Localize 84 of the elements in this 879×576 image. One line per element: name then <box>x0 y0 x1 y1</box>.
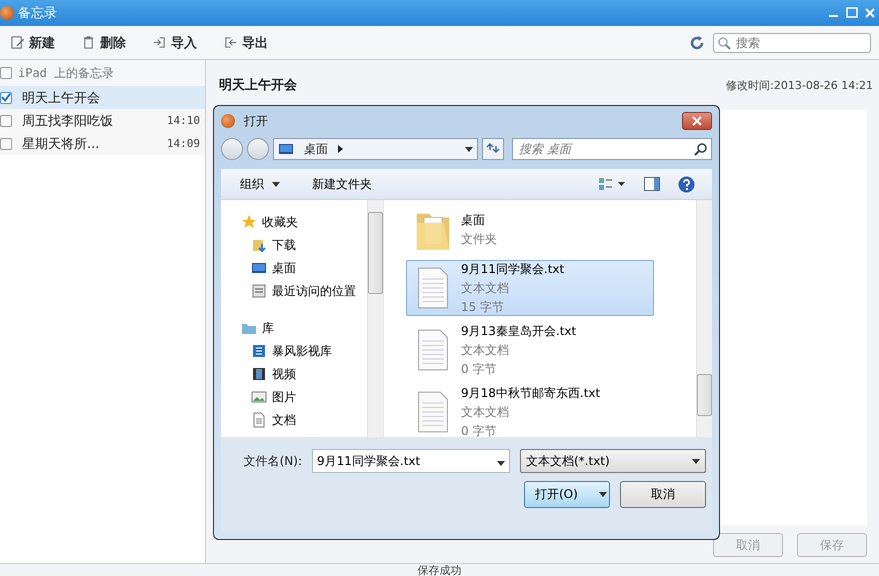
dialog-title: 打开 <box>244 112 268 130</box>
dropdown-arrow-icon <box>599 492 607 497</box>
film-icon <box>251 366 267 382</box>
checkbox[interactable] <box>0 138 12 150</box>
search-field[interactable]: 搜索 桌面 <box>512 138 712 160</box>
search-icon <box>718 36 731 50</box>
star-icon <box>241 214 257 230</box>
text-file-icon <box>415 266 451 310</box>
close-button[interactable] <box>682 112 712 130</box>
toolbar-button[interactable]: 新建 <box>8 32 57 54</box>
file-item[interactable]: 9月18中秋节邮寄东西.txt 文本文档 0 字节 <box>406 384 654 437</box>
dropdown-arrow-icon <box>272 182 280 186</box>
back-button[interactable] <box>221 138 243 160</box>
filename-label: 文件名(N): <box>244 452 302 470</box>
folder-download-icon <box>251 237 267 253</box>
cancel-button[interactable]: 取消 <box>620 481 706 508</box>
preview-pane-icon[interactable] <box>644 177 660 191</box>
close-icon <box>691 116 703 126</box>
note-item[interactable]: 星期天将所... 14:09 <box>0 132 205 155</box>
dropdown-arrow-icon <box>497 461 505 466</box>
checkbox[interactable] <box>0 114 12 126</box>
text-file-icon <box>415 328 451 372</box>
file-item[interactable]: 9月11同学聚会.txt 文本文档 15 字节 <box>406 260 654 316</box>
dropdown-arrow-icon <box>692 458 700 464</box>
file-item[interactable]: 桌面 文件夹 <box>406 206 654 254</box>
toolbar-button[interactable]: 导出 <box>221 32 270 54</box>
window-title: 备忘录 <box>18 5 57 22</box>
command-button[interactable]: 新建文件夹 <box>310 174 374 194</box>
picture-icon <box>251 389 267 405</box>
note-title: 明天上午开会 <box>22 90 101 106</box>
export-icon <box>223 35 238 50</box>
note-time: 14:10 <box>166 114 200 127</box>
view-options-icon[interactable] <box>598 177 626 191</box>
note-item[interactable]: 周五找李阳吃饭 14:10 <box>0 109 205 132</box>
path-text: 桌面 <box>304 140 328 158</box>
scrollbar[interactable] <box>367 200 383 437</box>
refresh-button[interactable] <box>482 138 504 160</box>
file-item[interactable]: 9月13秦皇岛开会.txt 文本文档 0 字节 <box>406 322 654 378</box>
command-button[interactable]: 组织 <box>238 174 282 194</box>
recent-places-icon <box>251 283 267 299</box>
nav-item[interactable]: 库 <box>241 318 367 338</box>
refresh-arrows-icon <box>486 142 500 154</box>
search-field[interactable]: 搜索 <box>713 32 871 52</box>
nav-item[interactable]: 文档 <box>241 410 367 430</box>
note-item[interactable]: 明天上午开会 <box>0 86 205 109</box>
address-bar[interactable]: 桌面 <box>273 138 478 160</box>
nav-item[interactable]: 视频 <box>241 364 367 384</box>
file-type-dropdown[interactable]: 文本文档(*.txt) <box>520 449 706 473</box>
note-title: 明天上午开会 <box>219 77 297 94</box>
text-file-icon <box>415 390 451 434</box>
help-icon[interactable] <box>678 176 695 192</box>
nav-item[interactable]: 收藏夹 <box>241 212 367 232</box>
nav-item[interactable]: 桌面 <box>241 258 367 278</box>
checkbox[interactable] <box>0 67 12 79</box>
modified-time: 修改时间:2013-08-26 14:21 <box>726 78 873 92</box>
chevron-icon <box>338 145 343 153</box>
note-title: 周五找李阳吃饭 <box>22 112 114 130</box>
filename-field[interactable]: 9月11同学聚会.txt <box>312 449 510 473</box>
import-icon <box>152 35 167 50</box>
refresh-icon[interactable] <box>689 34 705 50</box>
dropdown-arrow-icon <box>465 146 473 152</box>
desktop-icon <box>251 260 267 276</box>
media-library-icon <box>251 343 267 359</box>
toolbar-button[interactable]: 删除 <box>79 32 128 54</box>
note-time: 14:09 <box>166 137 200 150</box>
app-logo-icon <box>221 114 235 128</box>
forward-button[interactable] <box>247 138 269 160</box>
open-button[interactable]: 打开(O) <box>524 481 610 508</box>
scrollbar[interactable] <box>696 200 712 437</box>
toolbar-button[interactable]: 导入 <box>150 32 199 54</box>
list-header: iPad 上的备忘录 <box>18 64 114 82</box>
nav-item[interactable]: 图片 <box>241 387 367 407</box>
checkbox[interactable] <box>0 92 12 104</box>
search-icon <box>694 143 707 156</box>
edit-icon <box>10 35 25 50</box>
nav-item[interactable]: 下载 <box>241 235 367 255</box>
app-logo-icon <box>0 6 14 20</box>
nav-item[interactable]: 暴风影视库 <box>241 341 367 361</box>
nav-item[interactable]: 最近访问的位置 <box>241 281 367 301</box>
desktop-icon <box>278 141 294 157</box>
trash-icon <box>81 35 96 50</box>
document-icon <box>251 412 267 428</box>
status-text: 保存成功 <box>418 564 462 576</box>
note-title: 星期天将所... <box>22 136 100 152</box>
